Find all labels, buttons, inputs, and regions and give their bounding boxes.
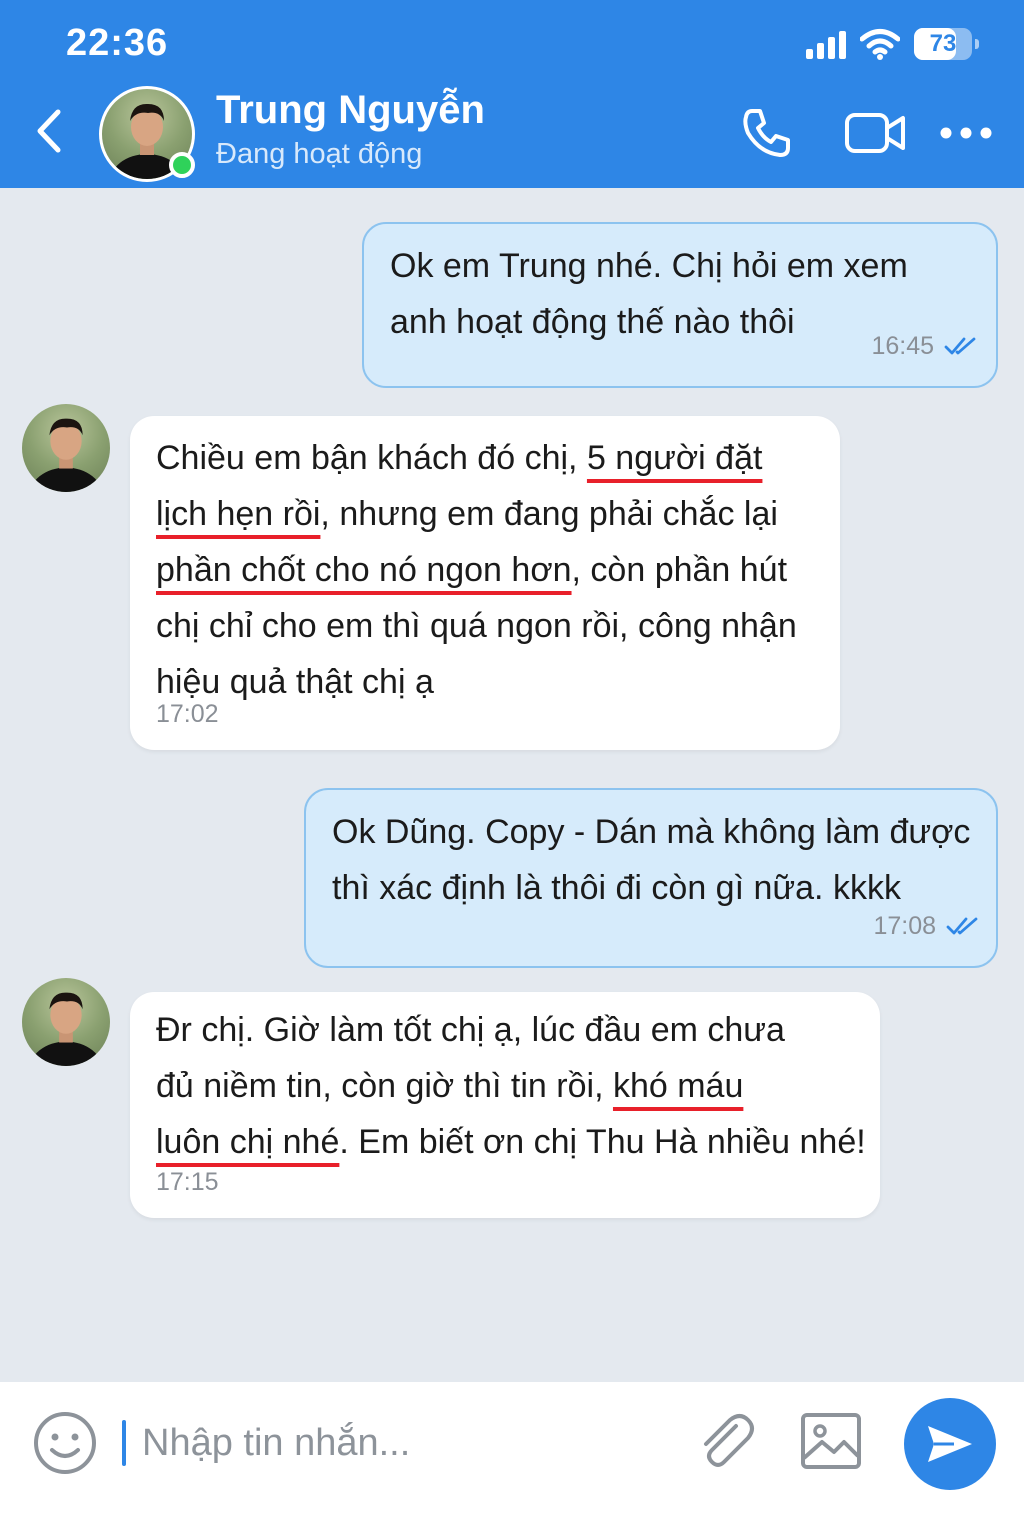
online-status-dot: [169, 152, 195, 178]
incoming-message[interactable]: Chiều em bận khách đó chị, 5 người đặt l…: [130, 416, 840, 750]
message-text-line: chị chỉ cho em thì quá ngon rồi, công nh…: [156, 607, 797, 645]
back-icon: [37, 109, 61, 153]
contact-avatar[interactable]: [99, 86, 195, 182]
image-picker-button[interactable]: [798, 1408, 864, 1474]
double-check-icon: [944, 337, 976, 355]
message-time: 17:15: [156, 1168, 219, 1196]
contact-status: Đang hoạt động: [216, 138, 423, 170]
text-caret: [122, 1420, 126, 1466]
emoji-button[interactable]: [32, 1410, 98, 1476]
message-time: 17:02: [156, 700, 219, 728]
message-text-line: hiệu quả thật chị ạ: [156, 663, 434, 701]
highlighted-text: khó máu: [612, 1067, 744, 1105]
message-meta: 17:08: [873, 898, 980, 954]
contact-name[interactable]: Trung Nguyễn: [216, 88, 485, 133]
sender-avatar[interactable]: [22, 978, 110, 1066]
paperclip-icon: [704, 1414, 754, 1467]
message-input[interactable]: [142, 1416, 662, 1470]
attach-button[interactable]: [690, 1406, 762, 1478]
double-check-icon: [946, 917, 978, 935]
sender-avatar[interactable]: [22, 404, 110, 492]
more-options-button[interactable]: [934, 104, 998, 162]
outgoing-message[interactable]: Ok Dũng. Copy - Dán mà không làm được th…: [304, 788, 998, 968]
status-icons: 73: [806, 26, 979, 62]
highlighted-text: phần chốt cho nó ngon hơn: [156, 551, 572, 589]
emoji-icon: [34, 1412, 96, 1474]
back-button[interactable]: [28, 106, 72, 156]
message-text-line: Ok em Trung nhé. Chị hỏi em xem: [390, 247, 908, 285]
battery-level: 73: [929, 30, 957, 57]
message-text-line: đủ niềm tin, còn giờ thì tin rồi, khó má…: [156, 1067, 744, 1105]
message-composer: [0, 1382, 1024, 1536]
status-time: 22:36: [66, 22, 169, 64]
outgoing-message[interactable]: Ok em Trung nhé. Chị hỏi em xem anh hoạt…: [362, 222, 998, 388]
message-text-line: Chiều em bận khách đó chị, 5 người đặt: [156, 439, 763, 477]
message-text-line: phần chốt cho nó ngon hơn, còn phần hút: [156, 551, 788, 589]
message-text-line: Đr chị. Giờ làm tốt chị ạ, lúc đầu em ch…: [156, 1011, 785, 1049]
message-time: 16:45: [871, 332, 934, 360]
voice-call-button[interactable]: [734, 104, 798, 162]
send-button[interactable]: [904, 1398, 996, 1490]
cellular-signal-icon: [806, 29, 846, 59]
video-call-button[interactable]: [842, 104, 908, 162]
more-icon: [940, 127, 992, 139]
incoming-message[interactable]: Đr chị. Giờ làm tốt chị ạ, lúc đầu em ch…: [130, 992, 880, 1218]
battery-indicator: 73: [914, 28, 979, 60]
send-icon: [928, 1426, 972, 1462]
image-icon: [801, 1413, 861, 1469]
message-text-line: luôn chị nhé. Em biết ơn chị Thu Hà nhiề…: [156, 1123, 866, 1161]
chat-header: 22:36 73 Trung Nguyễn Đang hoạt động: [0, 0, 1024, 188]
message-text-line: lịch hẹn rồi, nhưng em đang phải chắc lạ…: [156, 495, 778, 533]
message-meta: 16:45: [871, 318, 978, 374]
message-text-line: Ok Dũng. Copy - Dán mà không làm được: [332, 813, 971, 851]
highlighted-text: lịch hẹn rồi: [156, 495, 321, 533]
phone-icon: [743, 109, 790, 157]
message-time: 17:08: [873, 912, 936, 940]
message-meta: 17:02: [156, 686, 219, 742]
video-icon: [845, 113, 905, 153]
message-meta: 17:15: [156, 1154, 219, 1210]
wifi-icon: [860, 29, 900, 60]
highlighted-text: 5 người đặt: [586, 439, 763, 477]
